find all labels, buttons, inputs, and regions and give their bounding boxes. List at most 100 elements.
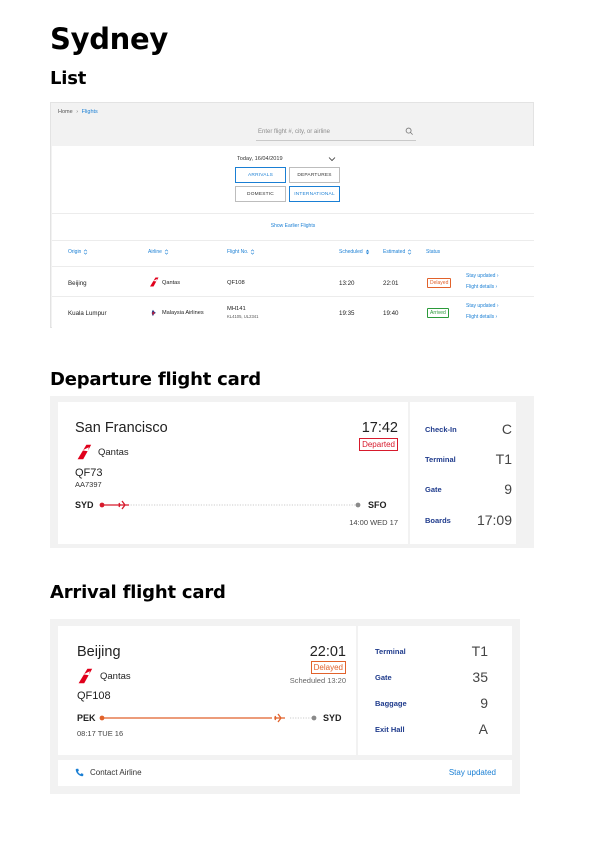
column-header-label: Airline (148, 249, 162, 255)
departure-timestamp: 08:17 TUE 16 (77, 729, 124, 738)
info-label-terminal: Terminal (425, 455, 456, 464)
arrival-card-main: Beijing 22:01 Delayed Scheduled 13:20 Qa… (58, 626, 356, 755)
info-value-baggage: 9 (480, 695, 488, 711)
status-badge: Arrived (427, 308, 449, 318)
info-value-boards: 17:09 (476, 512, 512, 528)
scheduled-time: Scheduled 13:20 (289, 676, 346, 685)
column-header-flight[interactable]: Flight No. (227, 249, 255, 255)
sort-icon (365, 249, 369, 255)
column-header-label: Flight No. (227, 249, 249, 255)
stay-updated-link[interactable]: Stay updated › (466, 303, 499, 309)
column-header-airline[interactable]: Airline (148, 249, 169, 255)
status-badge: Delayed (310, 661, 346, 674)
column-header-estimated[interactable]: Estimated (383, 249, 412, 255)
destination-code: SFO (368, 500, 387, 510)
cell-flight: QF108 (227, 280, 245, 286)
cell-codeshare: KL4105, UL2341 (227, 314, 259, 319)
cell-airline: Malaysia Airlines (162, 310, 204, 316)
breadcrumb-home[interactable]: Home (58, 109, 73, 115)
chevron-down-icon (328, 157, 336, 162)
cell-estimated: 22:01 (383, 280, 399, 287)
section-heading-list: List (50, 68, 87, 89)
cell-scheduled: 13:20 (339, 280, 355, 287)
cell-origin: Beijing (68, 280, 87, 287)
departure-time: 17:42 (361, 420, 398, 436)
search-input[interactable]: Enter flight #, city, or airline (256, 127, 416, 141)
codeshare-number: AA7397 (75, 480, 102, 489)
info-value-checkin: C (501, 421, 512, 437)
flight-list-panel: Home › Flights Enter flight #, city, or … (50, 102, 534, 328)
plane-icon (274, 713, 285, 723)
cell-scheduled: 19:35 (339, 310, 355, 317)
search-icon[interactable] (405, 127, 414, 136)
column-header-label: Scheduled (339, 249, 363, 255)
airline-name: Qantas (98, 447, 129, 458)
divider (52, 213, 534, 214)
arrival-time: 22:01 (309, 644, 346, 660)
malaysia-airlines-logo (151, 309, 157, 317)
search-placeholder: Enter flight #, city, or airline (258, 129, 330, 135)
info-label-boards: Boards (425, 516, 451, 525)
qantas-logo (150, 277, 159, 287)
origin-code: SYD (75, 500, 94, 510)
chevron-right-icon: › (495, 314, 498, 320)
section-heading-arrival: Arrival flight card (50, 582, 226, 603)
destination-city: San Francisco (75, 420, 168, 436)
flight-details-label: Flight details (466, 284, 495, 290)
contact-airline-button[interactable]: Contact Airline (75, 768, 142, 777)
column-header-origin[interactable]: Origin (68, 249, 88, 255)
tab-departures[interactable]: DEPARTURES (289, 167, 340, 183)
tab-arrivals[interactable]: ARRIVALS (235, 167, 286, 183)
tab-international[interactable]: INTERNATIONAL (289, 186, 340, 202)
flight-details-link[interactable]: Flight details › (466, 284, 497, 290)
flight-list-body: Today, 16/04/2019 ARRIVALS DEPARTURES DO… (52, 146, 534, 328)
plane-icon (118, 500, 129, 510)
date-select[interactable]: Today, 16/04/2019 (235, 154, 338, 166)
column-header-scheduled[interactable]: Scheduled (339, 249, 370, 255)
route-line (99, 502, 361, 508)
stay-updated-label: Stay updated (466, 303, 496, 309)
qantas-logo (78, 668, 93, 684)
stay-updated-link[interactable]: Stay updated (449, 768, 496, 777)
show-earlier-flights-link[interactable]: Show Earlier Flights (52, 223, 534, 229)
flight-details-link[interactable]: Flight details › (466, 314, 497, 320)
origin-city: Beijing (77, 644, 121, 660)
column-header-label: Status (426, 249, 441, 255)
breadcrumb-current[interactable]: Flights (82, 109, 98, 115)
column-header-label: Origin (68, 249, 82, 255)
tab-domestic[interactable]: DOMESTIC (235, 186, 286, 202)
sort-icon (164, 249, 169, 255)
divider (52, 296, 534, 297)
stay-updated-link[interactable]: Stay updated › (466, 273, 499, 279)
info-label-gate: Gate (425, 485, 442, 494)
section-heading-departure: Departure flight card (50, 369, 261, 390)
sort-icon (408, 249, 412, 255)
chevron-right-icon: › (496, 273, 499, 279)
info-label-gate: Gate (375, 673, 392, 682)
departure-card-info: Check-In C Terminal T1 Gate 9 Boards 17:… (410, 402, 516, 544)
status-badge: Departed (359, 438, 398, 451)
sort-icon (251, 249, 255, 255)
flight-number: QF108 (77, 690, 111, 702)
info-value-terminal: T1 (471, 643, 488, 659)
table-row[interactable]: Beijing Qantas QF108 13:20 22:01 Delayed… (52, 268, 534, 296)
arrival-card-footer: Contact Airline Stay updated (58, 760, 512, 786)
chevron-right-icon: › (495, 284, 498, 290)
cell-estimated: 19:40 (383, 310, 399, 317)
arrival-card[interactable]: Beijing 22:01 Delayed Scheduled 13:20 Qa… (50, 619, 520, 794)
arrival-card-info: Terminal T1 Gate 35 Baggage 9 Exit Hall … (358, 626, 512, 755)
stay-updated-label: Stay updated (466, 273, 496, 279)
page-title: Sydney (50, 22, 168, 56)
info-label-baggage: Baggage (375, 699, 407, 708)
sort-icon (84, 249, 88, 255)
table-row[interactable]: Kuala Lumpur Malaysia Airlines MH141 KL4… (52, 298, 534, 326)
info-label-terminal: Terminal (375, 647, 406, 656)
divider (52, 266, 534, 267)
chevron-right-icon: › (76, 109, 79, 115)
phone-icon (75, 768, 84, 777)
info-value-exit-hall: A (478, 721, 488, 737)
flight-details-label: Flight details (466, 314, 495, 320)
departure-card[interactable]: San Francisco 17:42 Departed Qantas QF73… (50, 396, 534, 548)
destination-code: SYD (323, 713, 342, 723)
contact-airline-label: Contact Airline (90, 768, 142, 777)
